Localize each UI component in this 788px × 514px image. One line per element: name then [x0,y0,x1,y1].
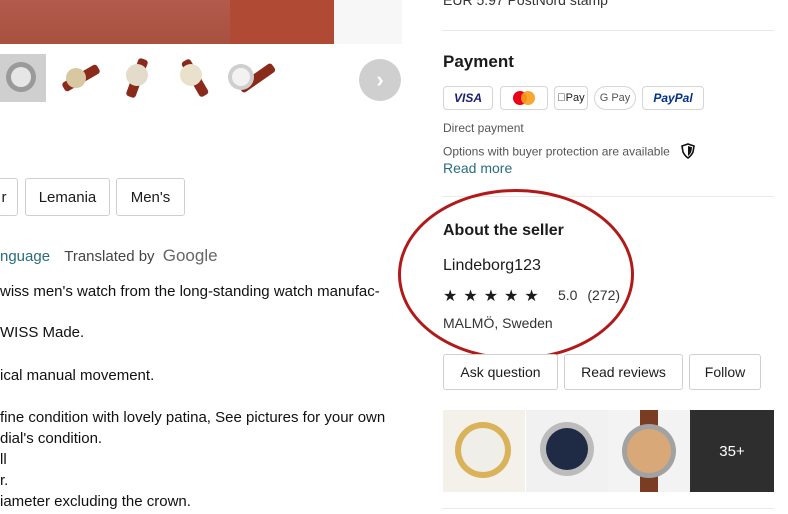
read-reviews-button[interactable]: Read reviews [564,354,683,390]
tag-mens[interactable]: Men's [116,178,185,216]
seller-item-thumbnail[interactable] [443,410,525,492]
description-line: ical manual movement. [0,367,155,384]
follow-button[interactable]: Follow [689,354,761,390]
more-items-tile[interactable]: 35+ [690,410,774,492]
description-line: wiss men's watch from the long-standing … [0,283,380,300]
language-link[interactable]: nguage [0,248,50,265]
tag-label: Men's [130,188,171,206]
paypal-icon: PayPal [642,86,704,110]
gallery-next-button[interactable]: › [359,59,401,101]
translated-by-label: Translated by [64,248,155,265]
main-product-image[interactable] [0,0,402,44]
payment-heading: Payment [443,52,514,71]
shield-icon [681,143,696,162]
description-line: iameter excluding the crown. [0,493,191,510]
ask-question-button[interactable]: Ask question [443,354,558,390]
thumbnail-4[interactable] [170,54,216,102]
seller-item-thumbnail[interactable] [608,410,690,492]
direct-payment-label: Direct payment [443,121,524,135]
seller-item-thumbnail[interactable] [526,410,608,492]
chevron-right-icon: › [376,67,384,92]
divider [442,30,774,31]
tag-label: r [1,188,7,206]
divider [442,508,774,509]
tag-lemania[interactable]: Lemania [25,178,110,216]
tag-label: Lemania [38,188,97,206]
apple-pay-icon: Pay [554,86,588,110]
thumbnail-1[interactable] [0,54,46,102]
description-line: WISS Made. [0,324,85,341]
translation-row: nguage Translated by Google [0,246,218,266]
annotation-circle [398,189,634,360]
google-pay-icon: G Pay [594,86,636,110]
shipping-option-text: EUR 5.97 PostNord stamp [443,0,608,8]
thumbnail-3[interactable] [114,54,160,102]
google-logo: Google [162,246,218,265]
description-line: dial's condition. [0,430,103,447]
thumbnail-5[interactable] [222,54,277,102]
description-line: r. [0,472,9,489]
read-more-link[interactable]: Read more [443,160,512,176]
tag-partial[interactable]: r [0,178,18,216]
description-line: fine condition with lovely patina, See p… [0,409,386,426]
mastercard-icon [500,86,548,110]
visa-icon: VISA [443,86,493,110]
thumbnail-2[interactable] [58,54,104,102]
description-line: ll [0,451,7,468]
